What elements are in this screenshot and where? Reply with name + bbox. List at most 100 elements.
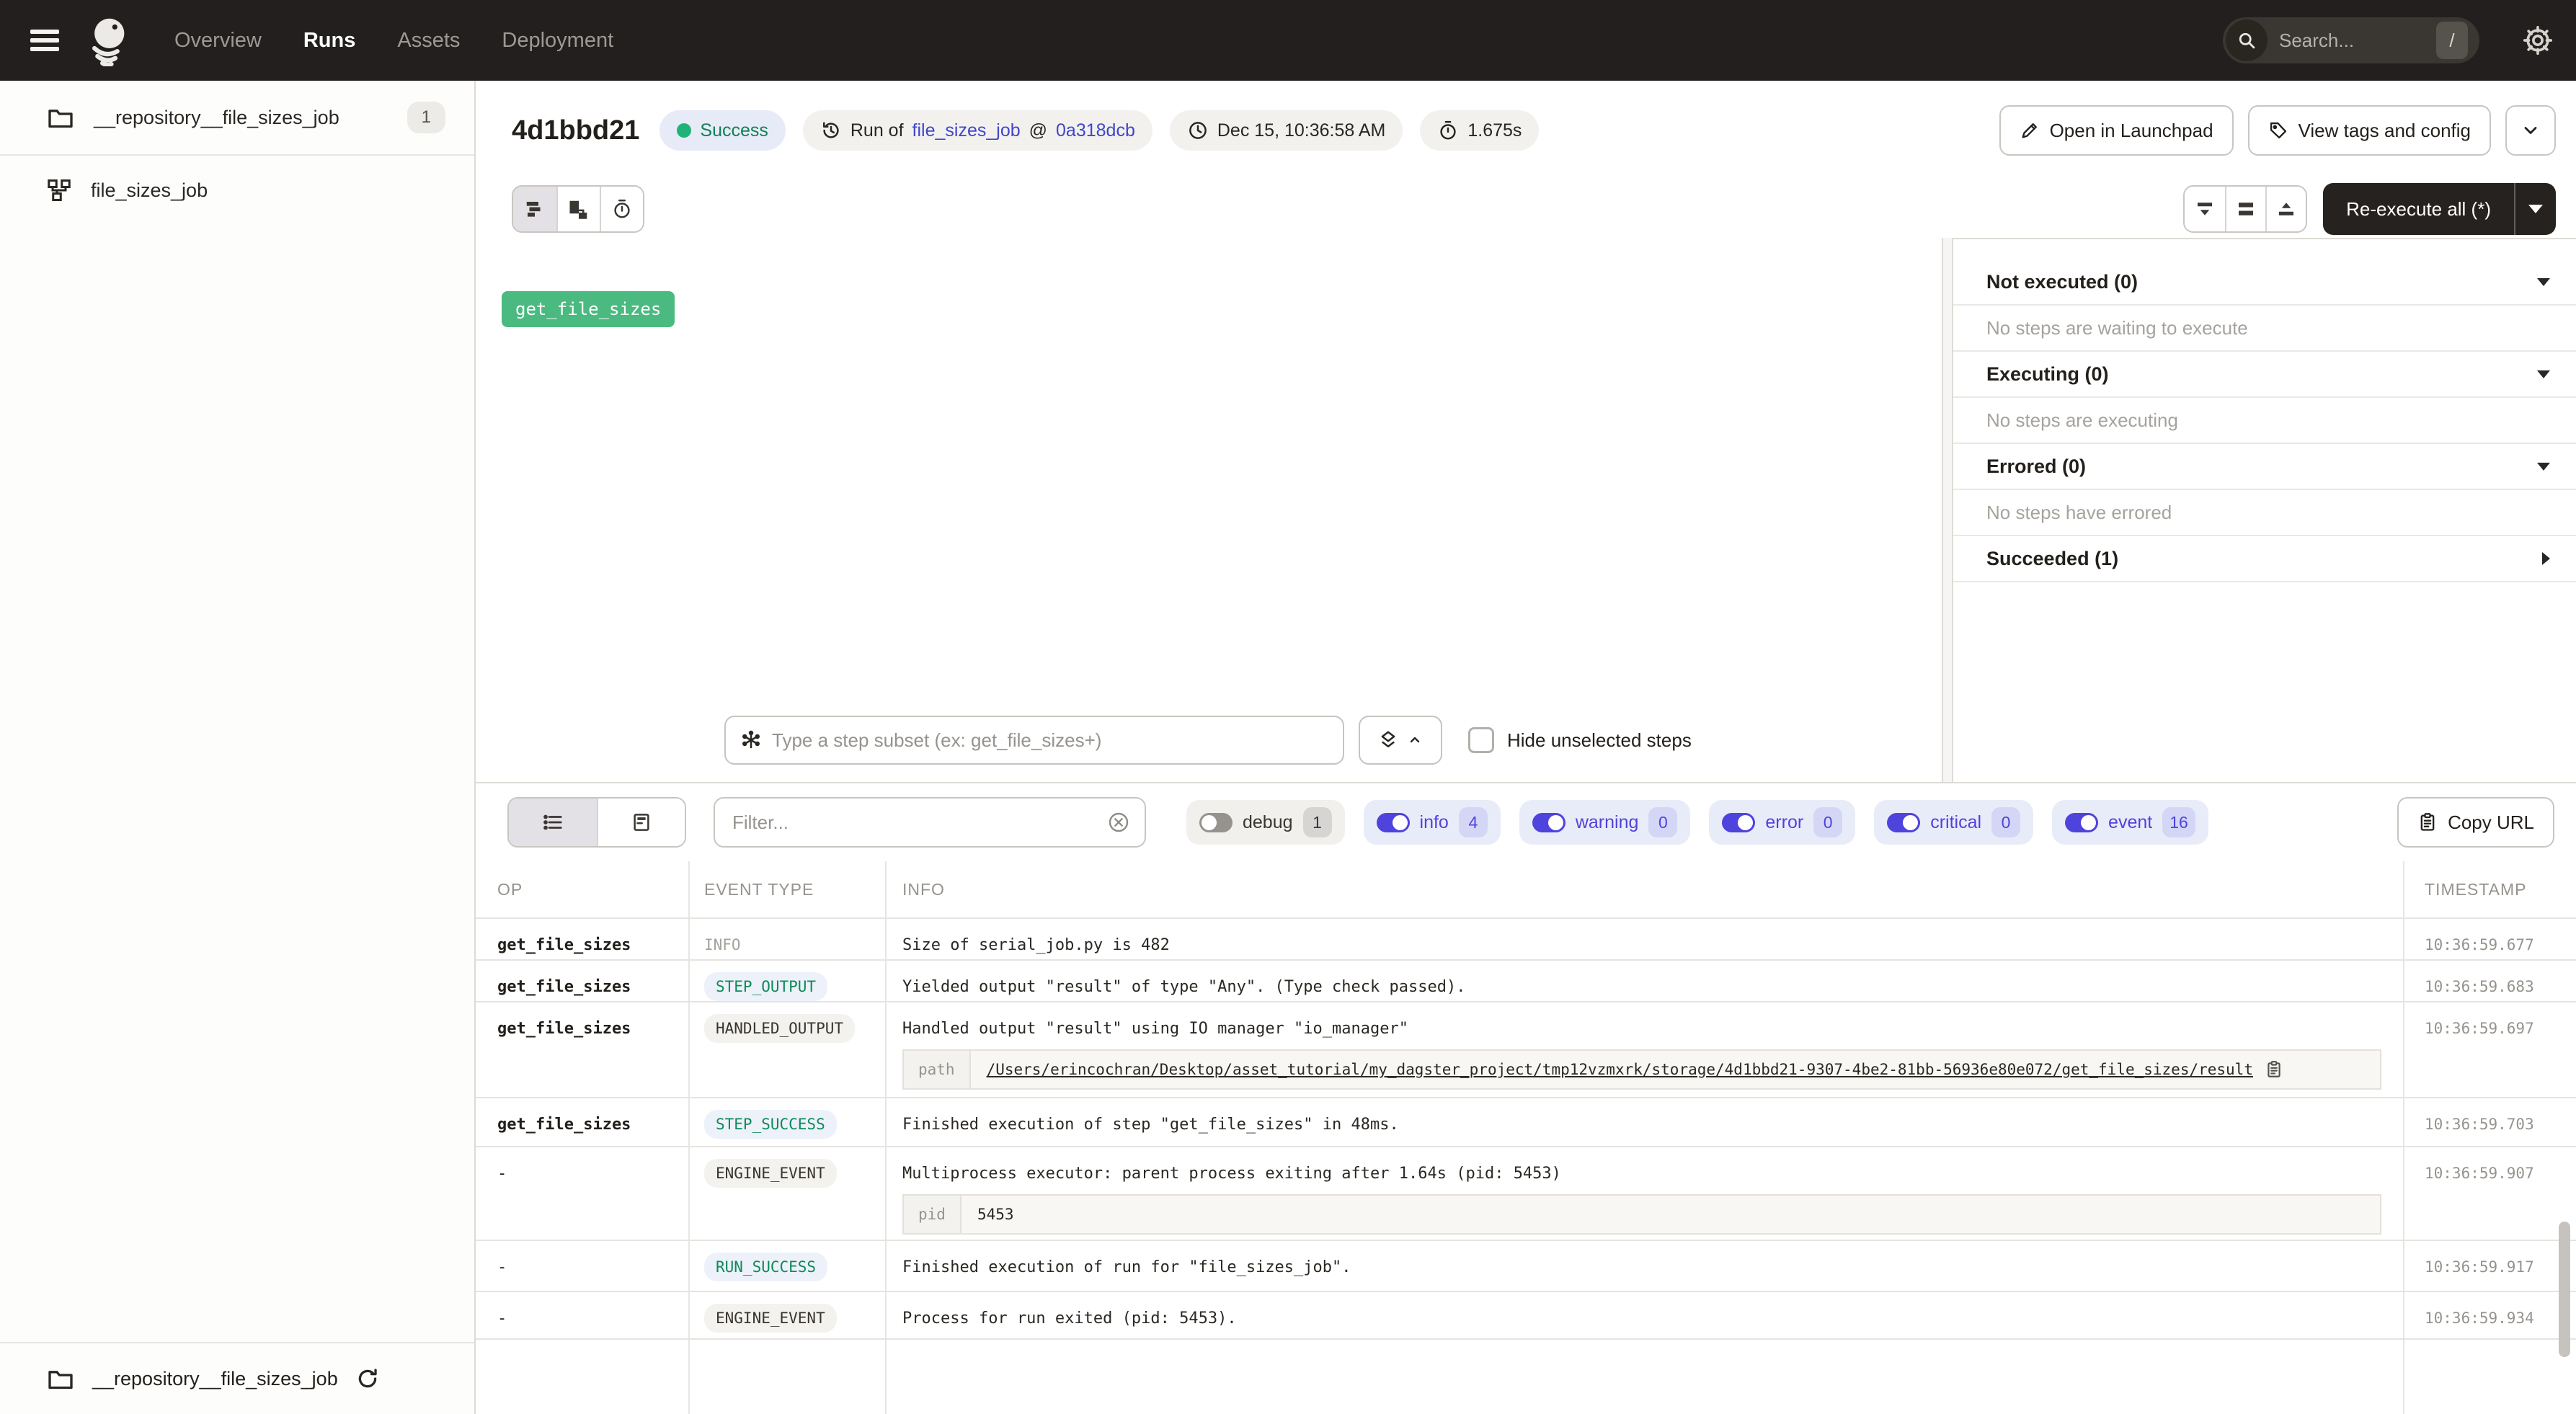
sidebar-repo-label: __repository__file_sizes_job — [94, 107, 339, 129]
log-row[interactable]: - ENGINE_EVENT Multiprocess executor: pa… — [476, 1147, 2576, 1241]
level-count-badge: 1 — [1303, 807, 1332, 837]
hamburger-menu-icon[interactable] — [30, 30, 59, 51]
log-row[interactable]: get_file_sizes HANDLED_OUTPUT Handled ou… — [476, 1002, 2576, 1098]
left-sidebar: __repository__file_sizes_job 1 file_size… — [0, 81, 476, 1414]
copy-url-button[interactable]: Copy URL — [2397, 797, 2554, 848]
level-count-badge: 16 — [2162, 807, 2195, 837]
timing-view-button[interactable] — [600, 187, 643, 231]
event-type-badge: ENGINE_EVENT — [704, 1159, 837, 1188]
sidebar-footer-repository[interactable]: __repository__file_sizes_job — [0, 1342, 474, 1414]
panel-layout-segment — [2183, 185, 2307, 233]
flow-view-button[interactable] — [556, 187, 600, 231]
job-link[interactable]: file_sizes_job — [912, 120, 1021, 141]
list-icon — [542, 812, 564, 833]
run-duration-pill: 1.675s — [1420, 110, 1539, 151]
timer-icon — [1437, 120, 1459, 141]
event-type-badge: HANDLED_OUTPUT — [704, 1014, 855, 1043]
event-type-badge: ENGINE_EVENT — [704, 1304, 837, 1333]
log-row[interactable]: - RUN_SUCCESS Finished execution of run … — [476, 1241, 2576, 1292]
clipboard-icon — [2417, 812, 2438, 832]
flat-log-view-button[interactable] — [509, 799, 597, 846]
view-tags-config-button[interactable]: View tags and config — [2248, 105, 2491, 156]
level-toggle-info[interactable]: info 4 — [1364, 800, 1501, 845]
search-icon — [2226, 19, 2268, 61]
collapse-down-button[interactable] — [2185, 187, 2225, 231]
toggle-switch-icon — [1199, 813, 1233, 832]
nav-item-assets[interactable]: Assets — [397, 29, 460, 53]
log-row[interactable]: get_file_sizes INFO Size of serial_job.p… — [476, 919, 2576, 961]
chevron-down-icon — [2521, 120, 2541, 141]
chevron-down-icon — [2537, 463, 2550, 471]
log-row[interactable]: get_file_sizes STEP_SUCCESS Finished exe… — [476, 1098, 2576, 1147]
level-toggle-warning[interactable]: warning 0 — [1519, 800, 1691, 845]
toggle-switch-icon — [1532, 813, 1565, 832]
level-count-badge: 0 — [1648, 807, 1677, 837]
nav-item-deployment[interactable]: Deployment — [502, 29, 613, 53]
log-filter-input[interactable] — [732, 812, 1107, 834]
dagster-logo-icon[interactable] — [84, 14, 131, 66]
step-subset-box[interactable] — [724, 716, 1344, 765]
structured-log-view-button[interactable] — [597, 799, 685, 846]
log-scrollbar-thumb[interactable] — [2559, 1222, 2570, 1357]
level-count-badge: 0 — [1991, 807, 2020, 837]
clear-filter-icon[interactable] — [1107, 811, 1130, 834]
copy-path-icon[interactable] — [2265, 1060, 2283, 1079]
level-toggle-critical[interactable]: critical 0 — [1874, 800, 2033, 845]
split-panels-button[interactable] — [2225, 187, 2265, 231]
layers-icon — [1377, 729, 1399, 751]
section-not-executed[interactable]: Not executed (0) — [1953, 259, 2576, 306]
sidebar-item-repository[interactable]: __repository__file_sizes_job 1 — [0, 81, 474, 156]
nav-links: Overview Runs Assets Deployment — [174, 29, 613, 53]
log-row[interactable]: get_file_sizes STEP_OUTPUT Yielded outpu… — [476, 961, 2576, 1002]
chevron-down-icon — [2537, 370, 2550, 378]
level-toggle-event[interactable]: event 16 — [2052, 800, 2208, 845]
sidebar-item-job[interactable]: file_sizes_job — [0, 156, 474, 225]
gear-icon[interactable] — [2521, 24, 2554, 57]
graph-query-toggle-button[interactable] — [1359, 716, 1442, 765]
log-table-filler — [476, 1340, 2576, 1414]
chevron-right-icon — [2542, 552, 2550, 565]
tag-icon — [2268, 120, 2288, 141]
folder-icon — [46, 1364, 75, 1393]
collapse-down-icon — [2194, 198, 2216, 220]
reexecute-dropdown-button[interactable] — [2514, 183, 2556, 235]
chevron-up-icon — [1406, 732, 1424, 749]
reexecute-all-button[interactable]: Re-execute all (*) — [2323, 183, 2514, 235]
hide-unselected-checkbox[interactable] — [1468, 727, 1494, 753]
level-toggle-debug[interactable]: debug 1 — [1186, 800, 1345, 845]
section-errored[interactable]: Errored (0) — [1953, 444, 2576, 490]
panel-resize-gutter[interactable] — [1943, 238, 1952, 782]
header-more-button[interactable] — [2505, 105, 2556, 156]
search-input[interactable] — [2279, 30, 2394, 52]
gantt-view-button[interactable] — [513, 187, 556, 231]
path-link[interactable]: /Users/erincochran/Desktop/asset_tutoria… — [987, 1061, 2253, 1078]
log-filter-box[interactable] — [714, 797, 1146, 848]
global-search[interactable]: / — [2223, 17, 2479, 63]
section-empty-row: No steps are executing — [1953, 398, 2576, 444]
toggle-switch-icon — [1887, 813, 1920, 832]
job-graph-icon — [46, 177, 72, 203]
commit-link[interactable]: 0a318dcb — [1056, 120, 1135, 141]
run-date-pill: Dec 15, 10:36:58 AM — [1170, 110, 1403, 151]
event-type-badge: STEP_OUTPUT — [704, 972, 827, 1001]
log-row[interactable]: - ENGINE_EVENT Process for run exited (p… — [476, 1292, 2576, 1340]
gantt-step-bar[interactable]: get_file_sizes — [502, 291, 675, 327]
step-subset-input[interactable] — [772, 729, 1328, 752]
sidebar-repo-count-badge: 1 — [407, 102, 445, 133]
collapse-up-button[interactable] — [2265, 187, 2306, 231]
event-type-badge: INFO — [704, 930, 752, 959]
run-header: 4d1bbd21 Success Run of file_sizes_job @… — [476, 81, 2576, 180]
gantt-controls: Hide unselected steps — [724, 716, 1692, 765]
nav-item-runs[interactable]: Runs — [303, 29, 356, 53]
hide-unselected-toggle[interactable]: Hide unselected steps — [1468, 727, 1692, 753]
dagster-app: Overview Runs Assets Deployment / — [0, 0, 2576, 1414]
level-toggle-error[interactable]: error 0 — [1709, 800, 1855, 845]
sidebar-footer-label: __repository__file_sizes_job — [92, 1368, 338, 1390]
reload-icon[interactable] — [355, 1366, 380, 1391]
nav-item-overview[interactable]: Overview — [174, 29, 262, 53]
section-succeeded[interactable]: Succeeded (1) — [1953, 536, 2576, 582]
open-in-launchpad-button[interactable]: Open in Launchpad — [1999, 105, 2234, 156]
section-executing[interactable]: Executing (0) — [1953, 352, 2576, 398]
pencil-icon — [2020, 120, 2040, 141]
main-content: 4d1bbd21 Success Run of file_sizes_job @… — [476, 81, 2576, 1414]
